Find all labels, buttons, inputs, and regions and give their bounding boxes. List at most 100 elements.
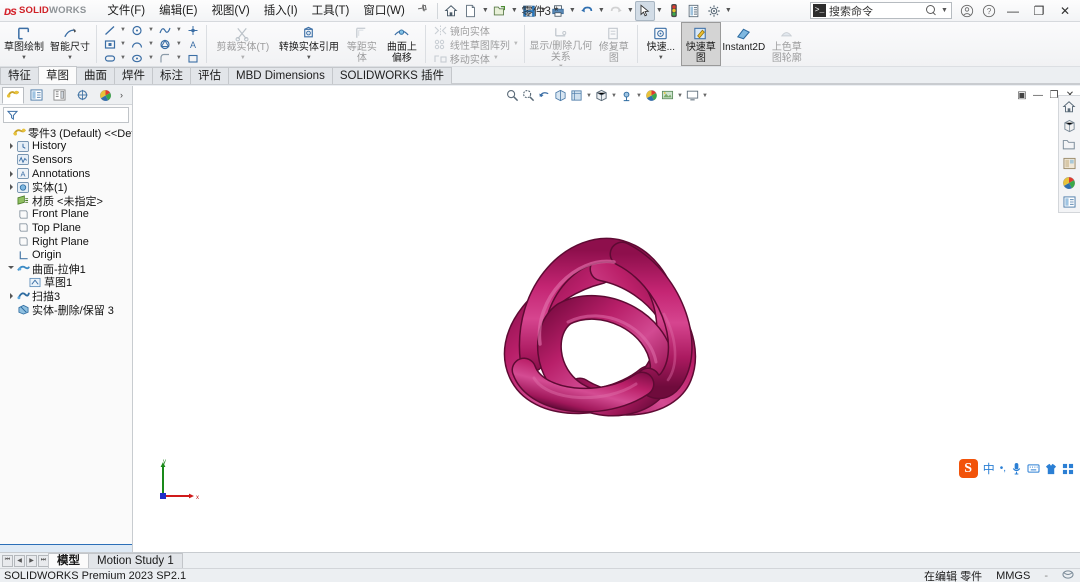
tab-solidworks-addins[interactable]: SOLIDWORKS 插件 <box>332 67 452 84</box>
save-button[interactable] <box>519 1 539 21</box>
tab-features[interactable]: 特征 <box>0 67 39 84</box>
tree-toggle-sweep3[interactable] <box>6 293 16 299</box>
feature-panel-splitter[interactable] <box>0 544 132 552</box>
ime-soft-keyboard[interactable] <box>1027 463 1040 474</box>
menu-tools[interactable]: 工具(T) <box>305 1 357 21</box>
tab-surfaces[interactable]: 曲面 <box>76 67 115 84</box>
tree-item-sensors[interactable]: Sensors <box>0 153 132 167</box>
undo-button[interactable] <box>577 1 597 21</box>
tree-item-sketch1[interactable]: 草图1 <box>0 276 132 290</box>
smart-dimension-button[interactable]: 智能尺寸 ▼ <box>47 22 93 66</box>
ime-logo-icon[interactable]: S <box>959 459 978 478</box>
redo-caret-icon[interactable]: ▼ <box>626 1 635 21</box>
ime-voice-input[interactable] <box>1011 462 1022 475</box>
nav-next-button[interactable]: ▶ <box>26 555 37 567</box>
command-search-box[interactable]: >_ 搜索命令 ▼ <box>810 2 952 19</box>
linear-sketch-pattern-item[interactable]: 线性草图阵列 ▼ <box>431 37 521 51</box>
tab-weldments[interactable]: 焊件 <box>114 67 153 84</box>
search-input[interactable]: 搜索命令 <box>829 3 923 19</box>
search-caret-icon[interactable]: ▼ <box>940 1 949 21</box>
trim-entities-button[interactable]: 剪裁实体(T) ▼ <box>210 22 276 66</box>
polygon-tool[interactable]: ▼ <box>156 37 184 51</box>
display-delete-relations-button[interactable]: 显示/删除几何关系 ▼ <box>528 22 594 66</box>
tab-feature-manager-tree[interactable] <box>2 87 24 104</box>
tree-root-part[interactable]: 零件3 (Default) <<Default>_D <box>0 126 132 140</box>
fillet-tool[interactable]: ▼ <box>156 51 184 65</box>
slot-tool[interactable]: ▼ <box>100 51 128 65</box>
spline-caret-icon[interactable]: ▼ <box>173 27 182 33</box>
tree-item-delete-keep-body3[interactable]: 实体-删除/保留 3 <box>0 303 132 317</box>
tab-markup[interactable]: 标注 <box>152 67 191 84</box>
undo-caret-icon[interactable]: ▼ <box>597 1 606 21</box>
print-button[interactable] <box>548 1 568 21</box>
trefoil-knot-model[interactable] <box>472 194 732 424</box>
tab-dimxpert-manager[interactable] <box>71 87 93 104</box>
convert-entities-button[interactable]: 转换实体引用 ▼ <box>276 22 342 66</box>
text-tool[interactable]: A <box>184 37 203 51</box>
rebuild-button[interactable] <box>664 1 684 21</box>
help-icon[interactable]: ? <box>978 0 1000 22</box>
overlay-icon[interactable] <box>1062 569 1074 582</box>
menu-edit[interactable]: 编辑(E) <box>152 1 204 21</box>
sketch-button[interactable]: 草图绘制 ▼ <box>1 22 47 66</box>
feature-tree[interactable]: 零件3 (Default) <<Default>_D History Senso… <box>0 124 132 544</box>
quick-snaps-caret-icon[interactable]: ▼ <box>658 55 664 62</box>
rectangle-tool[interactable]: ▼ <box>100 37 128 51</box>
slot-caret-icon[interactable]: ▼ <box>117 55 126 61</box>
tree-toggle-annotations[interactable] <box>6 171 16 177</box>
tab-evaluate[interactable]: 评估 <box>190 67 229 84</box>
tab-property-manager[interactable] <box>25 87 47 104</box>
convert-entities-caret-icon[interactable]: ▼ <box>306 55 312 62</box>
sketch-caret-icon[interactable]: ▼ <box>21 55 27 62</box>
line-tool[interactable]: ▼ <box>100 23 128 37</box>
tab-mbd-dimensions[interactable]: MBD Dimensions <box>228 67 333 84</box>
pin-icon[interactable] <box>410 0 435 22</box>
instant2d-button[interactable]: Instant2D <box>721 22 767 66</box>
tree-toggle-solid-bodies[interactable] <box>6 184 16 190</box>
smart-dimension-caret-icon[interactable]: ▼ <box>67 55 73 62</box>
mirror-entities-item[interactable]: 镜向实体 <box>431 23 521 37</box>
offset-entities-button[interactable]: 等距实体 <box>342 22 382 66</box>
options-caret-icon[interactable]: ▼ <box>724 1 733 21</box>
restore-button[interactable]: ❐ <box>1026 0 1052 22</box>
nav-prev-button[interactable]: ◀ <box>14 555 25 567</box>
move-entities-caret-icon[interactable]: ▼ <box>490 55 499 61</box>
menu-insert[interactable]: 插入(I) <box>257 1 305 21</box>
status-units[interactable]: MMGS <box>996 570 1030 582</box>
minimize-button[interactable]: — <box>1000 0 1026 22</box>
new-document-caret-icon[interactable]: ▼ <box>481 1 490 21</box>
shaded-sketch-contour-button[interactable]: 上色草图轮廓 <box>767 22 807 66</box>
options-gear-icon[interactable] <box>704 1 724 21</box>
menu-window[interactable]: 窗口(W) <box>356 1 412 21</box>
graphics-viewport[interactable]: ▼ ▼ ▼ ▼ ▼ ▣ — ❐ ✕ <box>133 86 1080 552</box>
select-caret-icon[interactable]: ▼ <box>655 1 664 21</box>
arc-caret-icon[interactable]: ▼ <box>145 41 154 47</box>
line-caret-icon[interactable]: ▼ <box>117 27 126 33</box>
tab-display-manager[interactable] <box>94 87 116 104</box>
feature-manager-more-icon[interactable]: › <box>117 90 123 100</box>
spline-tool[interactable]: ▼ <box>156 23 184 37</box>
menu-view[interactable]: 视图(V) <box>204 1 256 21</box>
search-icon[interactable] <box>926 5 937 16</box>
file-properties-button[interactable] <box>684 1 704 21</box>
tree-item-front-plane[interactable]: Front Plane <box>0 208 132 222</box>
select-button[interactable] <box>635 1 655 21</box>
fillet-caret-icon[interactable]: ▼ <box>173 55 182 61</box>
tree-item-material[interactable]: 材质 <未指定> <box>0 194 132 208</box>
tree-item-history[interactable]: History <box>0 140 132 154</box>
offset-on-surface-button[interactable]: 曲面上偏移 <box>382 22 422 66</box>
close-button[interactable]: ✕ <box>1052 0 1078 22</box>
tree-toggle-history[interactable] <box>6 143 16 149</box>
ime-toolbox[interactable] <box>1062 463 1074 475</box>
open-document-button[interactable] <box>490 1 510 21</box>
home-button[interactable] <box>441 1 461 21</box>
open-document-caret-icon[interactable]: ▼ <box>510 1 519 21</box>
nav-first-button[interactable]: ⏮ <box>2 555 13 567</box>
model-display-area[interactable] <box>133 86 1080 552</box>
ellipse-caret-icon[interactable]: ▼ <box>145 55 154 61</box>
rectangle-caret-icon[interactable]: ▼ <box>117 41 126 47</box>
ellipse-tool[interactable]: ▼ <box>128 51 156 65</box>
save-caret-icon[interactable]: ▼ <box>539 1 548 21</box>
tree-item-right-plane[interactable]: Right Plane <box>0 235 132 249</box>
tree-item-top-plane[interactable]: Top Plane <box>0 221 132 235</box>
